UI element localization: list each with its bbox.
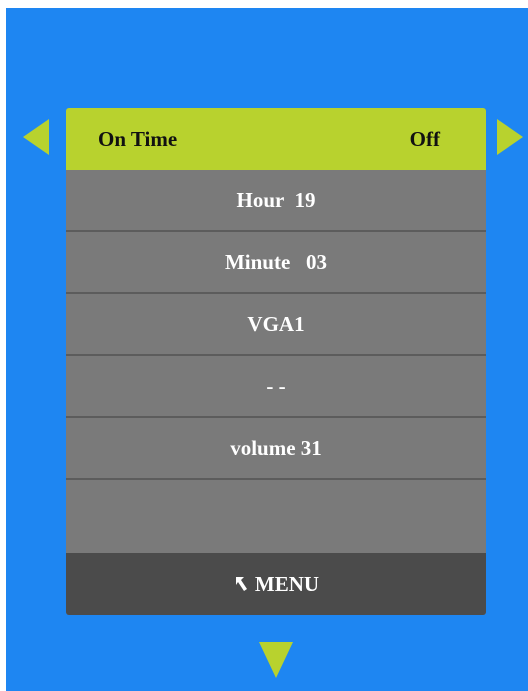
on-time-menu-panel: On Time Off Hour 19 Minute 03 VGA1 - - v… bbox=[66, 108, 486, 615]
right-arrow-icon[interactable] bbox=[497, 119, 523, 155]
osd-screen: On Time Off Hour 19 Minute 03 VGA1 - - v… bbox=[6, 8, 528, 691]
on-time-header[interactable]: On Time Off bbox=[66, 108, 486, 170]
volume-label: volume 31 bbox=[230, 435, 322, 460]
header-status: Off bbox=[409, 126, 440, 151]
source-label: VGA1 bbox=[247, 311, 305, 336]
empty-row bbox=[66, 480, 486, 553]
minute-row[interactable]: Minute 03 bbox=[66, 232, 486, 294]
header-title: On Time bbox=[98, 126, 178, 151]
menu-label: MENU bbox=[254, 571, 320, 596]
return-arrow-icon bbox=[235, 577, 247, 591]
down-arrow-icon[interactable] bbox=[259, 642, 293, 678]
channel-label: - - bbox=[266, 373, 286, 398]
menu-footer[interactable]: MENU bbox=[66, 553, 486, 615]
minute-label: Minute 03 bbox=[224, 249, 328, 274]
left-arrow-icon[interactable] bbox=[23, 119, 49, 155]
volume-row[interactable]: volume 31 bbox=[66, 418, 486, 480]
hour-row[interactable]: Hour 19 bbox=[66, 170, 486, 232]
source-row[interactable]: VGA1 bbox=[66, 294, 486, 356]
channel-row[interactable]: - - bbox=[66, 356, 486, 418]
hour-label: Hour 19 bbox=[236, 187, 316, 212]
